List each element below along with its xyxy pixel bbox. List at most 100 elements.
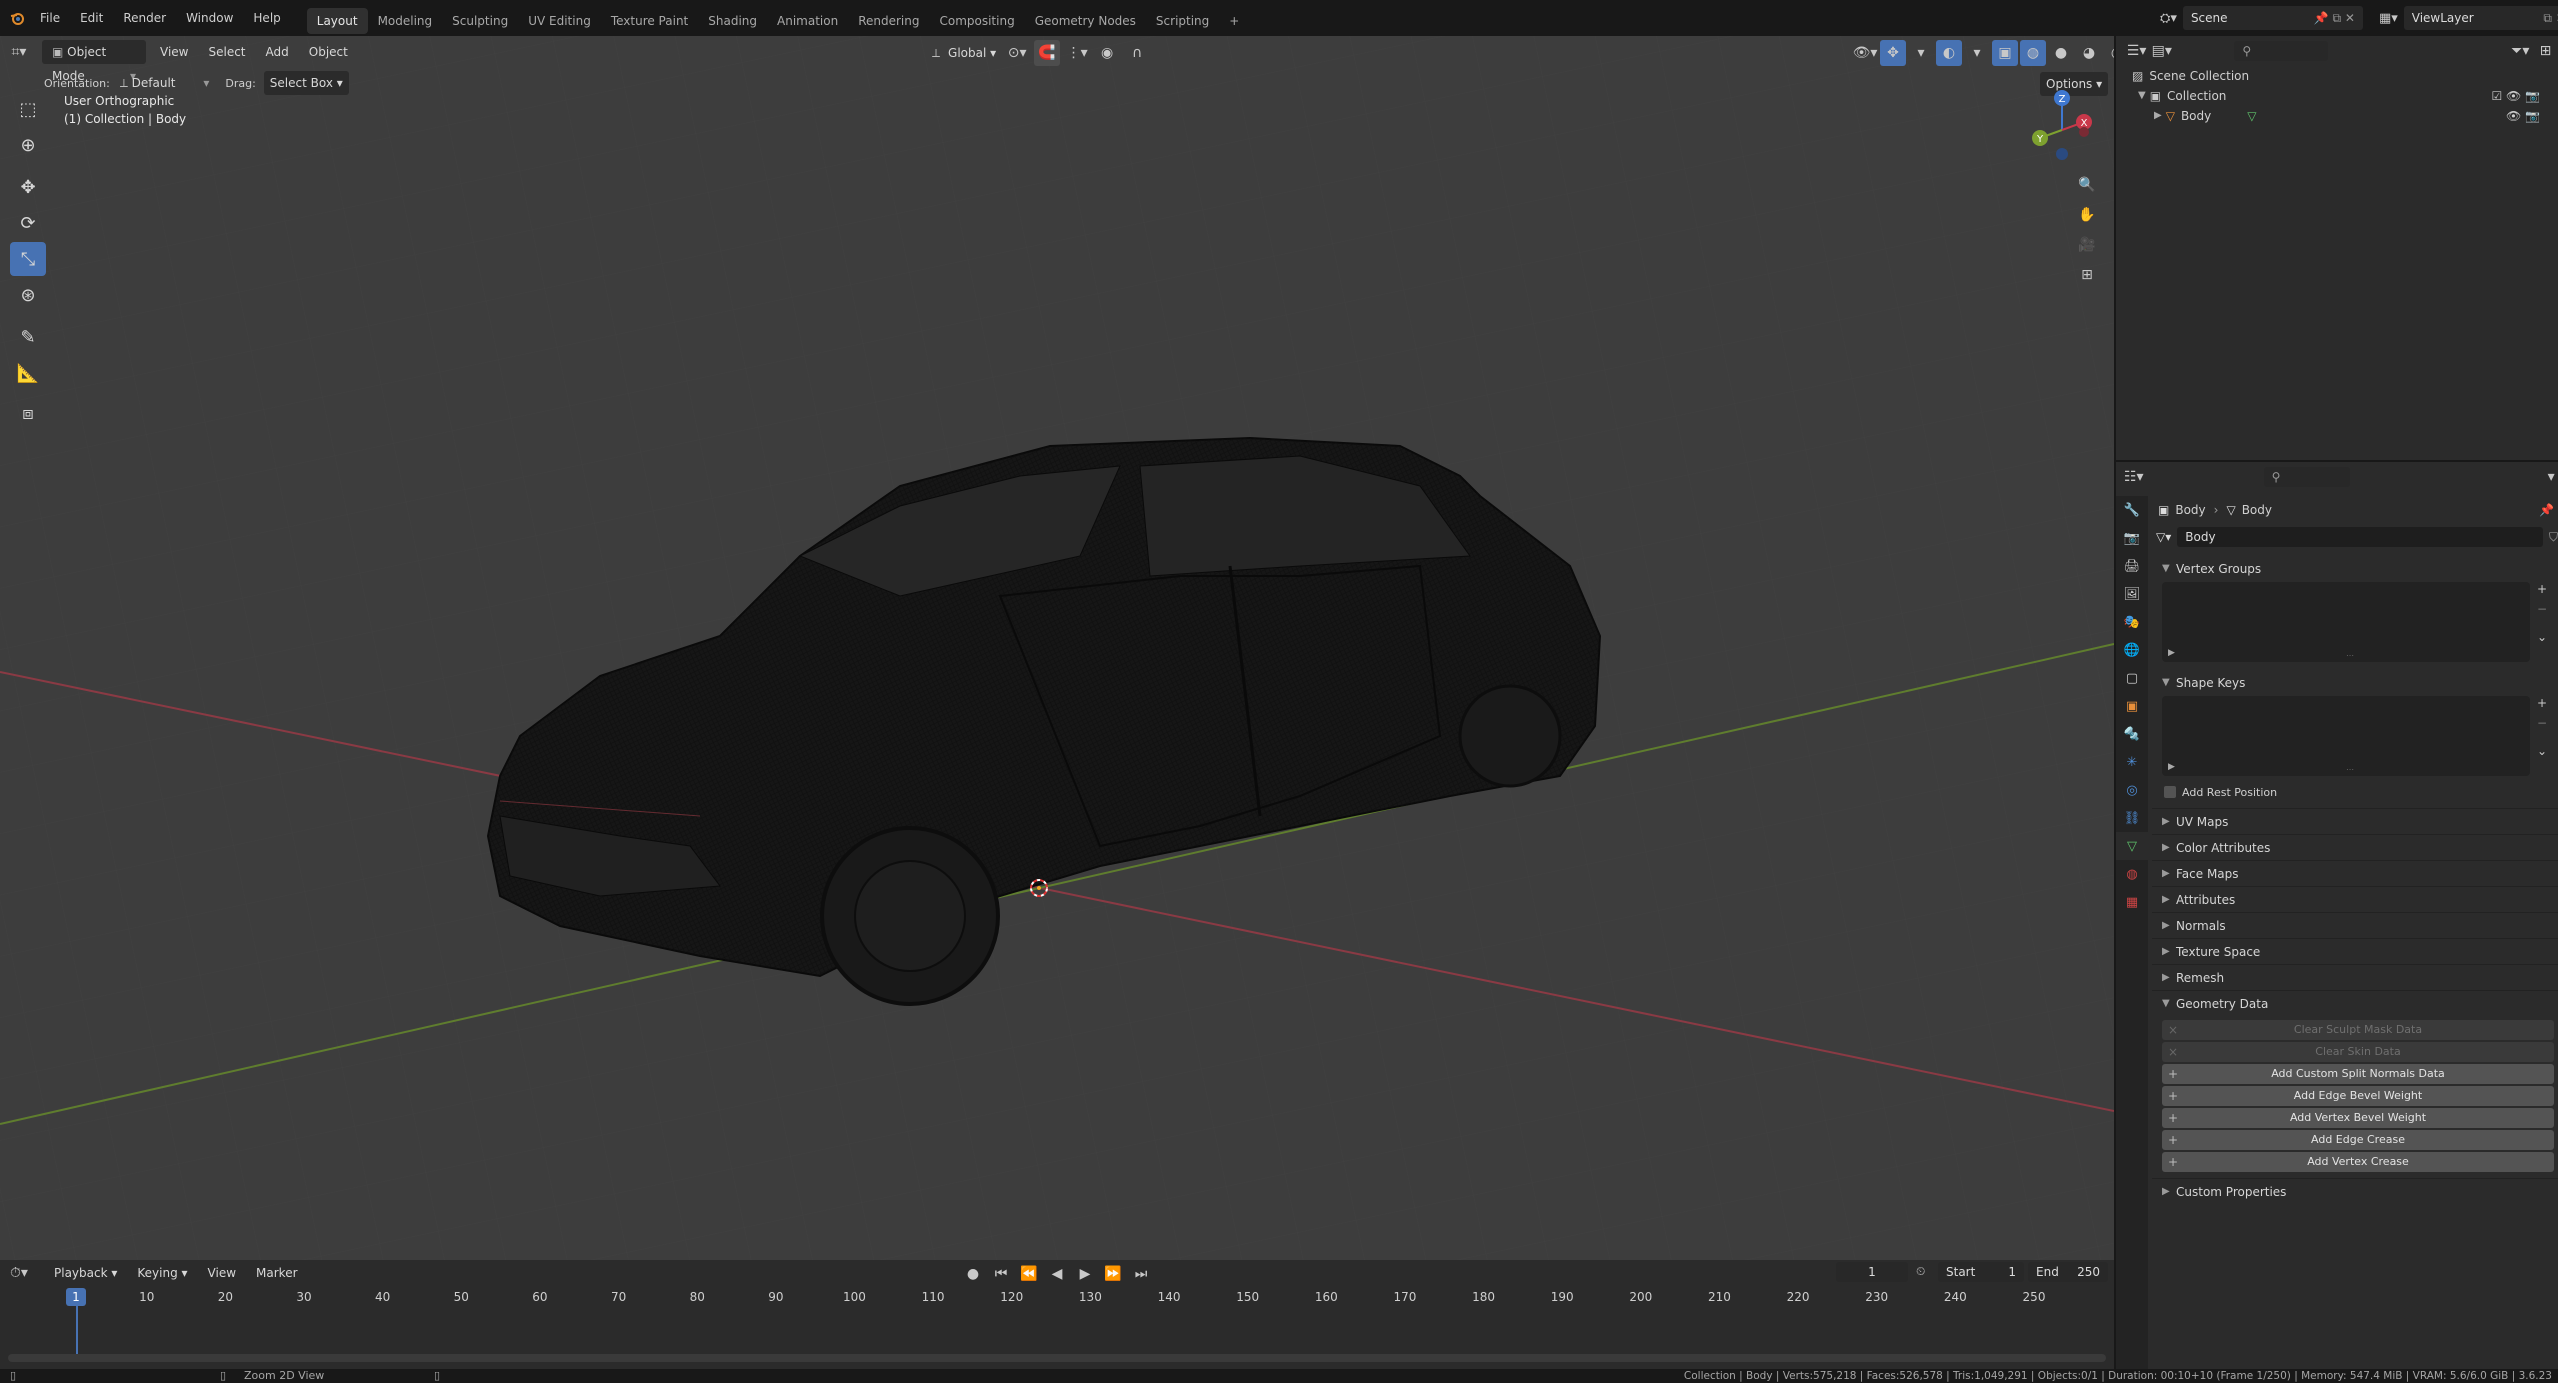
section-uv-maps[interactable]: ▶ UV Maps — [2152, 808, 2558, 834]
viewport-menu-select[interactable]: Select — [198, 40, 255, 64]
add-cube-tool[interactable]: ⧈ — [10, 396, 46, 430]
workspace-tab-shading[interactable]: Shading — [698, 8, 767, 34]
material-shading-icon[interactable]: ◕ — [2076, 40, 2102, 66]
list-resize-grip-icon[interactable]: ⋯ — [2346, 765, 2354, 774]
overlays-icon[interactable]: ◐ — [1936, 40, 1962, 66]
physics-tab-icon[interactable]: ◎ — [2116, 776, 2148, 804]
start-frame-field[interactable]: Start 1 — [1938, 1262, 2024, 1282]
view-layer-selector[interactable]: ViewLayer ⧉ ✕ — [2403, 6, 2558, 30]
viewport-menu-add[interactable]: Add — [256, 40, 299, 64]
scene-selector[interactable]: Scene 📌 ⧉ ✕ — [2182, 6, 2363, 30]
add-vertex-group-icon[interactable]: + — [2530, 582, 2554, 602]
remove-vertex-group-icon[interactable]: − — [2530, 602, 2554, 622]
workspace-tab-scripting[interactable]: Scripting — [1146, 8, 1219, 34]
mesh-data-tab-icon[interactable]: ▽ — [2116, 832, 2148, 860]
clear-sculpt-mask-button[interactable]: × Clear Sculpt Mask Data — [2162, 1020, 2554, 1040]
view-layer-tab-icon[interactable]: 🖼 — [2116, 580, 2148, 608]
proportional-editing-icon[interactable]: ◉ — [1094, 40, 1120, 66]
output-tab-icon[interactable]: 🖨 — [2116, 552, 2148, 580]
solid-shading-icon[interactable]: ● — [2048, 40, 2074, 66]
list-resize-grip-icon[interactable]: ⋯ — [2346, 651, 2354, 660]
move-tool[interactable]: ✥ — [10, 170, 46, 204]
material-tab-icon[interactable]: ◍ — [2116, 860, 2148, 888]
rendered-shading-icon[interactable]: ○ — [2104, 40, 2114, 66]
viewport-menu-view[interactable]: View — [150, 40, 198, 64]
visibility-icon[interactable]: 👁▾ — [1852, 40, 1878, 66]
menu-help[interactable]: Help — [243, 0, 290, 36]
gizmo-toggle-icon[interactable]: ✥ — [1880, 40, 1906, 66]
rotate-tool[interactable]: ⟳ — [10, 206, 46, 240]
timeline-scrollbar[interactable] — [8, 1354, 2106, 1362]
menu-render[interactable]: Render — [113, 0, 176, 36]
editor-type-icon[interactable]: ⌗▾ — [6, 39, 32, 65]
section-normals[interactable]: ▶ Normals — [2152, 912, 2558, 938]
drag-dropdown[interactable]: Select Box ▾ — [263, 71, 349, 95]
collection-tab-icon[interactable]: ▢ — [2116, 664, 2148, 692]
add-vertex-bevel-weight-button[interactable]: + Add Vertex Bevel Weight — [2162, 1108, 2554, 1128]
cursor-tool[interactable]: ⊕ — [10, 128, 46, 162]
section-vertex-groups[interactable]: ▼ Vertex Groups — [2152, 556, 2558, 582]
new-collection-icon[interactable]: ⊞ — [2533, 38, 2558, 64]
section-texture-space[interactable]: ▶ Texture Space — [2152, 938, 2558, 964]
current-frame-field[interactable]: 1 — [1836, 1262, 1908, 1282]
section-remesh[interactable]: ▶ Remesh — [2152, 964, 2558, 990]
select-box-tool[interactable]: ⬚ — [10, 92, 46, 126]
menu-edit[interactable]: Edit — [70, 0, 113, 36]
body-row-icons[interactable]: 👁 📷 — [2506, 106, 2540, 126]
section-geometry-data[interactable]: ▼ Geometry Data — [2152, 990, 2558, 1016]
list-expand-icon[interactable]: ▶ — [2168, 762, 2175, 772]
workspace-tab-layout[interactable]: Layout — [306, 7, 368, 34]
workspace-tab-rendering[interactable]: Rendering — [848, 8, 929, 34]
collection-row-icons[interactable]: ☑ 👁 📷 — [2491, 86, 2540, 106]
pin-icon[interactable]: 📌 — [2539, 503, 2554, 517]
filter-icon[interactable]: ⏷▾ — [2508, 38, 2533, 64]
blender-logo-icon[interactable] — [4, 5, 30, 31]
overlays-dropdown-icon[interactable]: ▾ — [1964, 40, 1990, 66]
workspace-tab-animation[interactable]: Animation — [767, 8, 848, 34]
perspective-grid-icon[interactable]: ⊞ — [2074, 262, 2100, 288]
workspace-tab-modeling[interactable]: Modeling — [368, 8, 443, 34]
outliner-row-collection[interactable]: ▼ ▣ Collection ☑ 👁 📷 — [2132, 86, 2558, 106]
section-shape-keys[interactable]: ▼ Shape Keys — [2152, 670, 2558, 696]
play-icon[interactable]: ▶ — [1072, 1261, 1098, 1287]
workspace-tab-texture-paint[interactable]: Texture Paint — [601, 8, 698, 34]
properties-editor[interactable]: ☷▾ ⚲ ▾ 🔧 📷 🖨 🖼 🎭 🌐 ▢ ▣ 🔩 ✳ ◎ ⛓ ▽ ◍ ▦ ▣ B… — [2114, 460, 2558, 1371]
add-edge-crease-button[interactable]: + Add Edge Crease — [2162, 1130, 2554, 1150]
scale-tool[interactable]: ⤡ — [10, 242, 46, 276]
falloff-icon[interactable]: ∩ — [1124, 40, 1150, 66]
transform-tool[interactable]: ⊛ — [10, 278, 46, 312]
modifier-tab-icon[interactable]: 🔩 — [2116, 720, 2148, 748]
tool-tab-icon[interactable]: 🔧 — [2116, 496, 2148, 524]
camera-icon[interactable]: 🎥 — [2074, 232, 2100, 258]
scene-tab-icon[interactable]: 🎭 — [2116, 608, 2148, 636]
jump-end-icon[interactable]: ⏭ — [1128, 1261, 1154, 1287]
add-rest-position-checkbox[interactable] — [2164, 786, 2176, 798]
pivot-point-icon[interactable]: ⊙▾ — [1004, 40, 1030, 66]
properties-search-input[interactable]: ⚲ — [2263, 467, 2351, 487]
measure-tool[interactable]: 📐 — [10, 356, 46, 390]
scene-icon[interactable]: ⛭▾ — [2160, 11, 2177, 26]
add-shape-key-icon[interactable]: + — [2530, 696, 2554, 716]
snap-target-icon[interactable]: ⋮▾ — [1064, 40, 1090, 66]
zoom-icon[interactable]: 🔍 — [2074, 172, 2100, 198]
fake-user-shield-icon[interactable]: ⛉ — [2549, 530, 2558, 545]
add-vertex-crease-button[interactable]: + Add Vertex Crease — [2162, 1152, 2554, 1172]
outliner-editor-icon[interactable]: ☰▾ — [2124, 38, 2149, 64]
annotate-tool[interactable]: ✎ — [10, 320, 46, 354]
object-tab-icon[interactable]: ▣ — [2116, 692, 2148, 720]
expand-arrow-icon[interactable]: ▶ — [2154, 106, 2162, 126]
section-attributes[interactable]: ▶ Attributes — [2152, 886, 2558, 912]
add-custom-split-normals-button[interactable]: + Add Custom Split Normals Data — [2162, 1064, 2554, 1084]
outliner-search-input[interactable]: ⚲ — [2234, 41, 2328, 61]
add-edge-bevel-weight-button[interactable]: + Add Edge Bevel Weight — [2162, 1086, 2554, 1106]
navigation-gizmo[interactable]: Z Y X — [2020, 86, 2100, 166]
texture-tab-icon[interactable]: ▦ — [2116, 888, 2148, 916]
end-frame-field[interactable]: End 250 — [2028, 1262, 2108, 1282]
play-reverse-icon[interactable]: ◀ — [1044, 1261, 1070, 1287]
xray-icon[interactable]: ▣ — [1992, 40, 2018, 66]
prev-keyframe-icon[interactable]: ⏪ — [1016, 1261, 1042, 1287]
display-mode-icon[interactable]: ▤▾ — [2149, 38, 2174, 64]
timeline-menu-playback[interactable]: Playback ▾ — [44, 1261, 127, 1285]
properties-options-icon[interactable]: ▾ — [2544, 464, 2558, 490]
section-color-attributes[interactable]: ▶ Color Attributes — [2152, 834, 2558, 860]
